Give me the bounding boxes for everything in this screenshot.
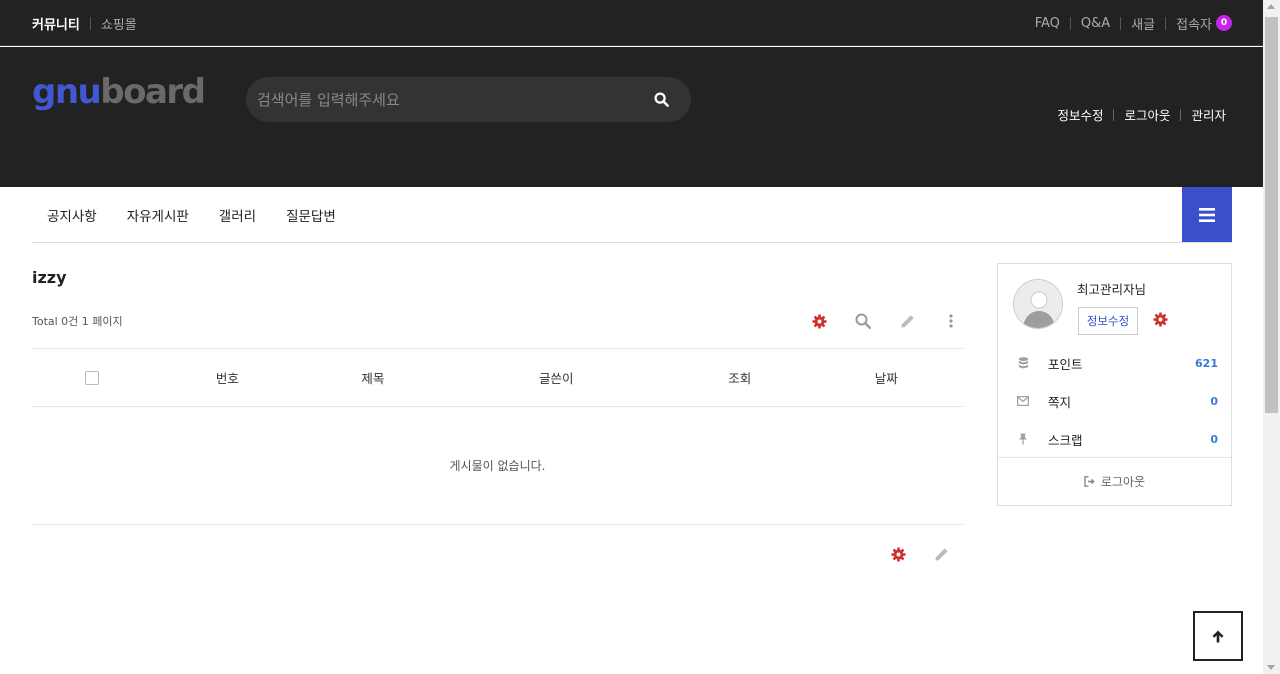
column-views[interactable]: 조회	[670, 368, 810, 387]
column-writer: 글쓴이	[539, 371, 574, 386]
nav-item-gallery[interactable]: 갤러리	[219, 205, 256, 225]
sign-out-icon	[1084, 476, 1095, 487]
board-more-button[interactable]	[929, 310, 973, 332]
board-write-button-bottom[interactable]	[920, 543, 963, 565]
divider	[89, 16, 91, 30]
search-box	[246, 77, 691, 122]
pin-icon	[1013, 433, 1033, 445]
divider	[1165, 16, 1167, 30]
pencil-icon	[935, 547, 948, 561]
board-count: Total 0건 1 페이지	[32, 315, 123, 328]
menu-toggle-button[interactable]	[1182, 187, 1232, 242]
board-toolbar	[797, 310, 973, 332]
stat-scrap-label: 스크랩	[1048, 432, 1083, 448]
empty-list-message: 게시물이 없습니다.	[32, 407, 963, 525]
stat-scrap-value: 0	[1210, 432, 1218, 446]
avatar	[1013, 279, 1063, 329]
stat-memo-value: 0	[1210, 394, 1218, 408]
stat-point-value: 621	[1195, 356, 1218, 370]
search-input[interactable]	[246, 77, 631, 122]
pencil-icon	[900, 314, 914, 328]
nav-item-qna[interactable]: 질문답변	[286, 205, 336, 225]
stat-point-label: 포인트	[1048, 356, 1083, 372]
scroll-down-arrow[interactable]	[1267, 665, 1275, 670]
scroll-up-arrow[interactable]	[1267, 4, 1275, 9]
search-icon	[653, 92, 669, 107]
scroll-to-top-button[interactable]	[1193, 611, 1243, 661]
board-bottom-toolbar	[877, 543, 963, 565]
stat-point-row[interactable]: 포인트 621	[1013, 353, 1218, 373]
select-all-checkbox[interactable]	[84, 371, 99, 386]
divider	[1120, 16, 1122, 30]
top-right-links: FAQ Q&A 새글 접속자 0	[1035, 0, 1232, 46]
divider	[1180, 108, 1182, 121]
logout-link[interactable]: 로그아웃	[1124, 105, 1170, 124]
select-all-cell	[32, 370, 152, 386]
logo-gnu: gnu	[32, 72, 102, 112]
site-logo[interactable]: gnuboard	[32, 72, 206, 112]
visitors-link[interactable]: 접속자 0	[1176, 14, 1232, 33]
envelope-icon	[1013, 396, 1033, 406]
board-admin-button[interactable]	[797, 310, 841, 332]
profile-logout-button[interactable]: 로그아웃	[998, 457, 1231, 505]
profile-logout-label: 로그아웃	[1100, 475, 1146, 489]
search-button[interactable]	[631, 77, 691, 122]
profile-panel: 최고관리자님 정보수정 포인트 621 쪽지 0 스크랩 0 로그아웃	[997, 263, 1232, 506]
visitors-label: 접속자	[1176, 17, 1212, 33]
profile-nickname: 최고관리자님	[1077, 282, 1147, 297]
hamburger-icon	[1199, 207, 1215, 222]
faq-link[interactable]: FAQ	[1035, 16, 1060, 31]
search-icon	[855, 313, 871, 329]
gear-icon	[1153, 312, 1168, 327]
database-icon	[1013, 357, 1033, 369]
top-bar: 커뮤니티 쇼핑몰 FAQ Q&A 새글 접속자 0	[0, 0, 1263, 46]
shop-link[interactable]: 쇼핑몰	[101, 14, 137, 33]
board-write-button[interactable]	[885, 310, 929, 332]
edit-info-link[interactable]: 정보수정	[1057, 105, 1103, 124]
gear-icon	[891, 546, 906, 562]
visitor-count-badge: 0	[1216, 15, 1232, 31]
column-subject: 제목	[361, 371, 385, 386]
nav-item-notice[interactable]: 공지사항	[47, 205, 97, 225]
table-header: 번호 제목 글쓴이 조회 날짜	[32, 348, 963, 407]
new-posts-link[interactable]: 새글	[1131, 14, 1155, 33]
admin-link[interactable]: 관리자	[1191, 105, 1226, 124]
profile-edit-button[interactable]: 정보수정	[1078, 307, 1138, 335]
board-search-button[interactable]	[841, 310, 885, 332]
community-link[interactable]: 커뮤니티	[32, 14, 80, 33]
logo-board: board	[100, 72, 206, 112]
scrollbar-thumb[interactable]	[1265, 17, 1278, 413]
divider	[1069, 16, 1071, 30]
stat-memo-label: 쪽지	[1048, 394, 1072, 410]
site-header: gnuboard 정보수정 로그아웃 관리자	[0, 47, 1263, 187]
qna-link[interactable]: Q&A	[1081, 16, 1110, 31]
divider	[1113, 108, 1115, 121]
stat-scrap-row[interactable]: 스크랩 0	[1013, 429, 1218, 449]
board-list-table: 번호 제목 글쓴이 조회 날짜 게시물이 없습니다.	[32, 348, 963, 525]
board-title: izzy	[32, 268, 67, 287]
gear-icon	[811, 313, 827, 329]
nav-items: 공지사항 자유게시판 갤러리 질문답변	[32, 187, 1232, 242]
page-scrollbar[interactable]	[1263, 0, 1280, 674]
column-date[interactable]: 날짜	[809, 368, 963, 387]
top-left-links: 커뮤니티 쇼핑몰	[32, 0, 137, 46]
profile-admin-button[interactable]	[1153, 312, 1168, 331]
arrow-up-icon	[1212, 630, 1224, 642]
more-vertical-icon	[949, 314, 953, 328]
nav-item-free-board[interactable]: 자유게시판	[127, 205, 189, 225]
board-admin-button-bottom[interactable]	[877, 543, 920, 565]
column-number[interactable]: 번호	[152, 368, 304, 387]
stat-memo-row[interactable]: 쪽지 0	[1013, 391, 1218, 411]
user-links: 정보수정 로그아웃 관리자	[1057, 105, 1226, 124]
user-avatar-icon	[1014, 280, 1062, 328]
main-nav: 공지사항 자유게시판 갤러리 질문답변	[32, 187, 1232, 243]
